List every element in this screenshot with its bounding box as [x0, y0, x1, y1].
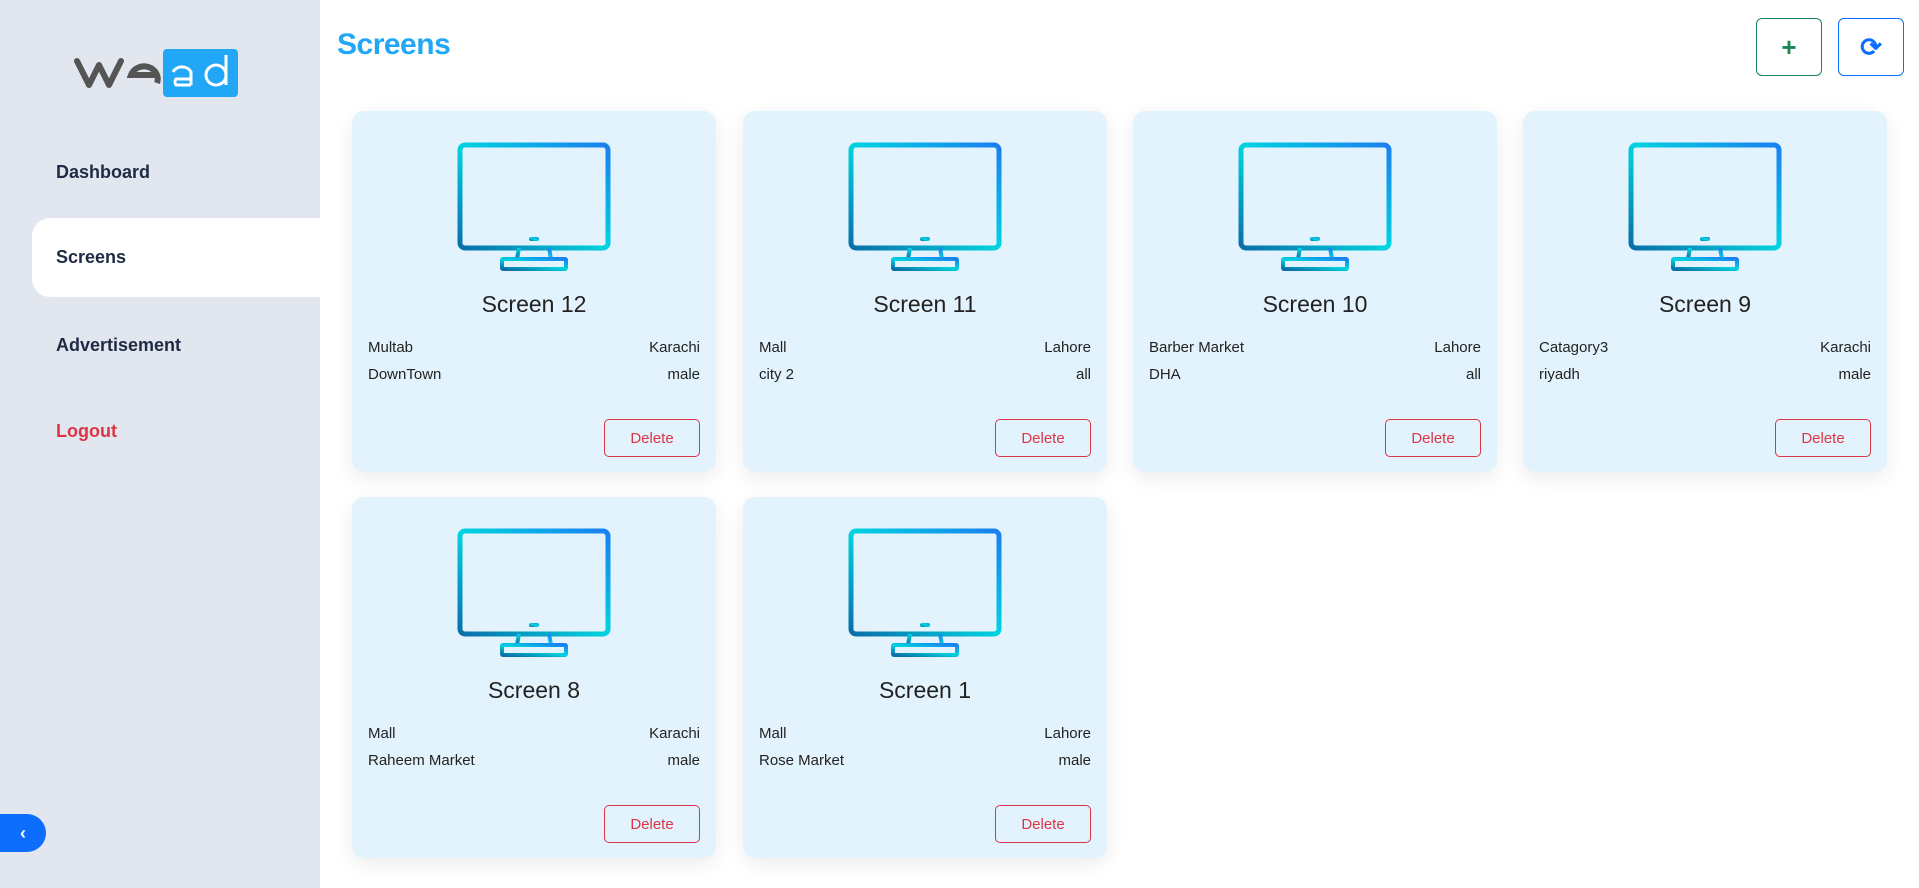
screen-category: Barber Market	[1149, 339, 1245, 356]
screen-card: Screen 11 Mall Lahore city 2 all Delete	[743, 111, 1107, 472]
sidebar-item-dashboard[interactable]: Dashboard	[32, 133, 320, 212]
sidebar: Dashboard Screens Advertisement Logout ‹	[0, 0, 320, 888]
sidebar-item-screens[interactable]: Screens	[32, 218, 320, 297]
screen-card: Screen 8 Mall Karachi Raheem Market male D…	[352, 497, 716, 858]
screen-card: Screen 1 Mall Lahore Rose Market male Dele…	[743, 497, 1107, 858]
refresh-icon: ⟳	[1860, 31, 1882, 62]
screen-area: riyadh	[1539, 366, 1580, 383]
screen-card: Screen 10 Barber Market Lahore DHA all Del…	[1133, 111, 1497, 472]
plus-icon: +	[1781, 31, 1797, 62]
screen-area: Rose Market	[759, 752, 845, 769]
screen-category: Mall	[759, 339, 787, 356]
screen-gender: all	[1465, 366, 1481, 383]
delete-button[interactable]: Delete	[604, 419, 700, 457]
wead-logo	[74, 49, 238, 97]
screen-name: Screen 9	[1658, 291, 1752, 317]
delete-button[interactable]: Delete	[995, 805, 1091, 843]
screen-city: Lahore	[1044, 725, 1091, 742]
screen-category: Mall	[759, 725, 787, 742]
sidebar-item-logout[interactable]: Logout	[32, 392, 320, 471]
screen-name: Screen 8	[487, 677, 581, 703]
chevron-left-icon: ‹	[20, 822, 26, 843]
screen-gender: male	[667, 752, 700, 769]
screen-city: Karachi	[1820, 339, 1871, 356]
screen-category: Catagory3	[1539, 339, 1609, 356]
collapse-sidebar-button[interactable]: ‹	[0, 814, 46, 852]
monitor-icon	[1628, 142, 1782, 271]
screen-name: Screen 1	[878, 677, 972, 703]
screen-city: Karachi	[649, 339, 700, 356]
screen-area: city 2	[759, 366, 795, 383]
screen-gender: male	[667, 366, 700, 383]
screen-category: Mall	[368, 725, 396, 742]
add-screen-button[interactable]: +	[1756, 18, 1822, 76]
screen-gender: male	[1838, 366, 1871, 383]
delete-button[interactable]: Delete	[1385, 419, 1481, 457]
screen-city: Lahore	[1044, 339, 1091, 356]
screen-name: Screen 10	[1262, 291, 1368, 317]
delete-button[interactable]: Delete	[604, 805, 700, 843]
screen-gender: male	[1058, 752, 1091, 769]
screen-area: Raheem Market	[368, 752, 475, 769]
screen-card: Screen 12 Multab Karachi DownTown male Del…	[352, 111, 716, 472]
screen-area: DHA	[1149, 366, 1181, 383]
screen-name: Screen 11	[873, 291, 977, 317]
monitor-icon	[457, 142, 611, 271]
screen-city: Karachi	[649, 725, 700, 742]
monitor-icon	[848, 142, 1002, 271]
screen-area: DownTown	[368, 366, 442, 383]
delete-button[interactable]: Delete	[1775, 419, 1871, 457]
monitor-icon	[457, 528, 611, 657]
screen-category: Multab	[368, 339, 414, 356]
page-title: Screens	[337, 28, 451, 61]
screen-card: Screen 9 Catagory3 Karachi riyadh male Del…	[1523, 111, 1887, 472]
monitor-icon	[848, 528, 1002, 657]
delete-button[interactable]: Delete	[995, 419, 1091, 457]
refresh-button[interactable]: ⟳	[1838, 18, 1904, 76]
monitor-icon	[1238, 142, 1392, 271]
screen-gender: all	[1075, 366, 1091, 383]
screen-city: Lahore	[1434, 339, 1481, 356]
screen-name: Screen 12	[481, 291, 587, 317]
sidebar-item-advertisement[interactable]: Advertisement	[32, 306, 320, 385]
